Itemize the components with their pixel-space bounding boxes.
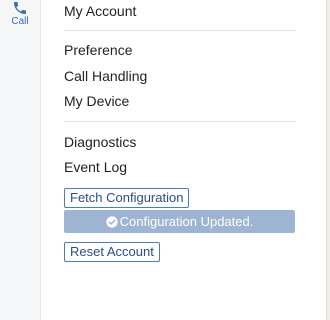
fetch-configuration-button[interactable]: Fetch Configuration (64, 188, 190, 208)
divider (64, 30, 296, 31)
rail-item-call-label: Call (11, 16, 29, 27)
check-circle-icon (106, 215, 118, 228)
reset-account-button[interactable]: Reset Account (64, 242, 160, 262)
side-rail: Call (0, 0, 41, 320)
phone-icon (14, 2, 26, 14)
menu-item-diagnostics[interactable]: Diagnostics (64, 133, 136, 151)
window-edge (326, 0, 330, 320)
divider (64, 121, 296, 122)
menu-item-preference[interactable]: Preference (64, 41, 132, 59)
menu-item-event-log[interactable]: Event Log (64, 158, 127, 176)
menu-item-my-account[interactable]: My Account (64, 2, 136, 20)
rail-item-call[interactable]: Call (0, 0, 40, 34)
status-banner: Configuration Updated. (64, 210, 295, 233)
menu-item-call-handling[interactable]: Call Handling (64, 67, 147, 85)
status-message: Configuration Updated. (119, 214, 254, 229)
menu-item-my-device[interactable]: My Device (64, 92, 129, 110)
